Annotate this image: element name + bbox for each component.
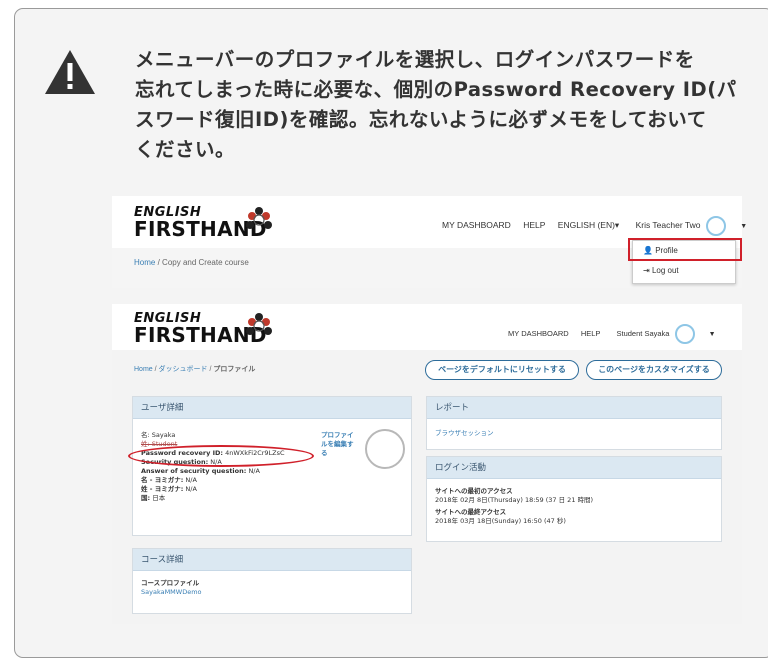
- instruction-line: ください。: [135, 138, 236, 161]
- logout-icon: ⇥: [643, 266, 650, 275]
- breadcrumb-home[interactable]: Home: [134, 366, 153, 373]
- security-answer-row: Answer of security question: N/A: [141, 467, 285, 476]
- breadcrumb: Home / ダッシュボード / プロファイル: [134, 364, 255, 374]
- navbar-links: MY DASHBOARD HELP Student Sayaka ▼: [508, 324, 736, 344]
- profile-avatar: [365, 429, 405, 469]
- navbar-links: MY DASHBOARD HELP ENGLISH (EN)▾ Kris Tea…: [442, 216, 767, 236]
- panel-title: レポート: [427, 397, 721, 419]
- edit-profile-link[interactable]: プロファイ ルを編集す る: [321, 431, 354, 458]
- instruction-line: スワード復旧ID)を確認。忘れないように必ずメモをしておいて: [135, 108, 707, 131]
- kana-last-row: 姓 - ヨミガナ: N/A: [141, 485, 285, 494]
- panel-title: ユーザ詳細: [133, 397, 411, 419]
- course-details-panel: コース詳細 コースプロファイル SayakaMMWDemo: [132, 548, 412, 614]
- screenshot-profile-page: ENGLISH FIRSTHAND MY DASHBOARD HELP Stud…: [112, 304, 742, 624]
- logo-mark-icon: [246, 207, 272, 229]
- user-details-list: 名: Sayaka 姓: Student Password recovery I…: [141, 431, 285, 503]
- customize-page-button[interactable]: このページをカスタマイズする: [586, 360, 722, 380]
- nav-user[interactable]: Kris Teacher Two ▼: [635, 216, 758, 236]
- login-activity-list: サイトへの最初のアクセス 2018年 02月 8日(Thursday) 18:5…: [435, 487, 593, 526]
- nav-help[interactable]: HELP: [581, 329, 601, 338]
- first-access-value: 2018年 02月 8日(Thursday) 18:59 (37 日 21 時間…: [435, 496, 594, 504]
- breadcrumb-separator: /: [209, 366, 212, 373]
- kana-first-label: 名 - ヨミガナ:: [141, 476, 184, 484]
- menu-item-logout-label: Log out: [651, 266, 679, 275]
- report-panel: レポート ブラウザセッション: [426, 396, 722, 450]
- avatar: [705, 216, 726, 236]
- panel-title: ログイン活動: [427, 457, 721, 479]
- chevron-down-icon: ▼: [740, 223, 748, 231]
- user-name: Kris Teacher Two: [635, 220, 701, 231]
- avatar: [674, 324, 695, 344]
- reset-page-button[interactable]: ページをデフォルトにリセットする: [425, 360, 579, 380]
- user-details-panel: ユーザ詳細 名: Sayaka 姓: Student Password reco…: [132, 396, 412, 536]
- country-label: 国:: [141, 494, 151, 502]
- instruction-line: メニューバーのプロファイルを選択し、ログインパスワードを: [135, 48, 695, 71]
- nav-dashboard[interactable]: MY DASHBOARD: [442, 220, 511, 230]
- login-activity-panel: ログイン活動 サイトへの最初のアクセス 2018年 02月 8日(Thursda…: [426, 456, 722, 542]
- security-answer-value: N/A: [248, 467, 260, 475]
- nav-language[interactable]: ENGLISH (EN)▾: [558, 220, 619, 230]
- last-access-label: サイトへの最終アクセス: [435, 508, 507, 516]
- kana-last-value: N/A: [185, 485, 197, 493]
- logo-mark-icon: [246, 313, 272, 335]
- breadcrumb-dashboard[interactable]: ダッシュボード: [159, 366, 208, 373]
- menu-item-logout[interactable]: ⇥ Log out: [633, 260, 735, 279]
- instruction-text: メニューバーのプロファイルを選択し、ログインパスワードを 忘れてしまった時に必要…: [135, 45, 765, 165]
- top-navbar: ENGLISH FIRSTHAND MY DASHBOARD HELP Stud…: [112, 304, 742, 350]
- country-value: 日本: [152, 494, 166, 502]
- chevron-down-icon: ▼: [708, 330, 716, 338]
- highlight-recovery-id-ellipse: [128, 445, 314, 467]
- breadcrumb-home[interactable]: Home: [134, 258, 155, 267]
- country-row: 国: 日本: [141, 494, 285, 503]
- course-profile-label: コースプロファイル: [141, 579, 200, 587]
- instruction-line: 忘れてしまった時に必要な、個別のPassword Recovery ID(パ: [135, 78, 737, 101]
- course-details-list: コースプロファイル SayakaMMWDemo: [141, 579, 202, 597]
- panel-title: コース詳細: [133, 549, 411, 571]
- nav-dashboard[interactable]: MY DASHBOARD: [508, 329, 569, 338]
- breadcrumb-current: Copy and Create course: [162, 258, 249, 267]
- security-answer-label: Answer of security question:: [141, 467, 247, 475]
- breadcrumb-current: プロファイル: [213, 366, 256, 373]
- browser-sessions-link[interactable]: ブラウザセッション: [435, 429, 494, 438]
- screenshot-header-menu: ENGLISH FIRSTHAND MY DASHBOARD HELP ENGL…: [112, 196, 747, 288]
- logo[interactable]: ENGLISH FIRSTHAND: [134, 312, 272, 345]
- course-link[interactable]: SayakaMMWDemo: [141, 588, 202, 597]
- kana-first-value: N/A: [185, 476, 197, 484]
- first-access-label: サイトへの最初のアクセス: [435, 487, 513, 495]
- breadcrumb-separator: /: [154, 366, 157, 373]
- edit-profile-line: る: [321, 449, 328, 457]
- last-access-value: 2018年 03月 18日(Sunday) 16:50 (47 秒): [435, 517, 566, 525]
- edit-profile-line: プロファイ: [321, 431, 354, 439]
- logo[interactable]: ENGLISH FIRSTHAND: [134, 206, 272, 239]
- highlight-profile-box: [628, 238, 742, 261]
- breadcrumb: Home / Copy and Create course: [134, 258, 249, 267]
- warning-triangle-icon: [45, 50, 95, 94]
- user-name: Student Sayaka: [616, 328, 670, 338]
- first-name: 名: Sayaka: [141, 431, 176, 439]
- nav-user[interactable]: Student Sayaka ▼: [616, 324, 726, 344]
- nav-help[interactable]: HELP: [523, 220, 545, 230]
- kana-first-row: 名 - ヨミガナ: N/A: [141, 476, 285, 485]
- kana-last-label: 姓 - ヨミガナ:: [141, 485, 184, 493]
- edit-profile-line: ルを編集す: [321, 440, 354, 448]
- breadcrumb-separator: /: [157, 258, 160, 267]
